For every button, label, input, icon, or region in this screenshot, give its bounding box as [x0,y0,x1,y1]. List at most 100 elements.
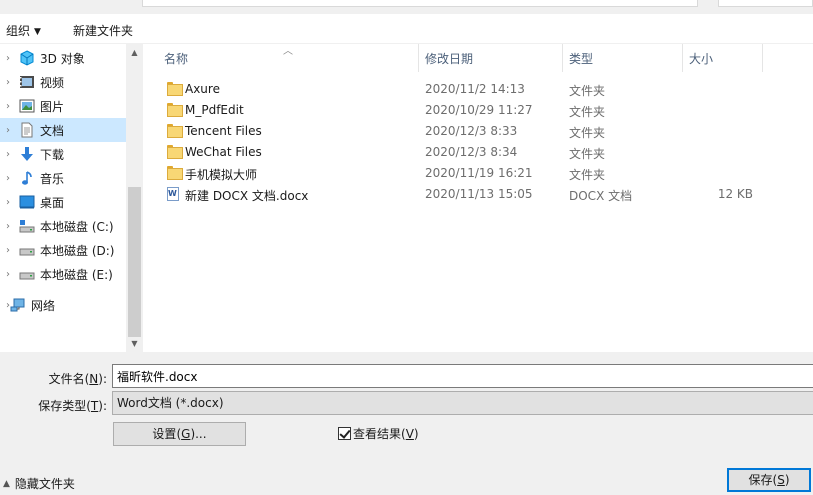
file-type: DOCX 文档 [569,189,633,203]
folder-icon [167,124,181,138]
chevron-right-icon[interactable]: › [3,53,13,64]
file-row[interactable]: 手机模拟大师 2020/11/19 16:21 文件夹 [163,163,778,184]
file-type: 文件夹 [569,147,606,161]
hide-folders-toggle[interactable]: ▲ 隐藏文件夹 [3,475,75,492]
file-name: Tencent Files [185,124,262,138]
music-icon [18,170,36,186]
folder-icon [167,166,181,180]
column-name[interactable]: 名称 [158,44,419,72]
nav-item-3d-objects[interactable]: › 3D 对象 [0,46,126,70]
nav-item-label: 本地磁盘 (E:) [40,267,113,282]
file-name: Axure [185,82,220,96]
filetype-select[interactable]: Word文档 (*.docx) [112,391,813,415]
file-name: 新建 DOCX 文档.docx [185,189,309,203]
folder-icon [167,145,181,159]
file-type: 文件夹 [569,168,606,182]
column-size[interactable]: 大小 [683,44,763,72]
save-button[interactable]: 保存(S) [727,468,811,492]
drive-c-icon [18,218,36,234]
search-box[interactable] [718,0,813,7]
file-list: ︿ 名称 修改日期 类型 大小 Axure 2020/11/2 14:13 文件… [145,44,813,352]
nav-item-label: 网络 [31,298,56,313]
checkbox-checked-icon[interactable] [338,427,351,440]
nav-item-label: 视频 [40,75,65,90]
column-type[interactable]: 类型 [563,44,683,72]
file-type: 文件夹 [569,105,606,119]
nav-item-downloads[interactable]: › 下载 [0,142,126,166]
nav-scrollbar[interactable]: ▲ ▼ [126,44,143,352]
chevron-right-icon[interactable]: › [3,197,13,208]
nav-item-label: 3D 对象 [40,51,85,66]
video-icon [18,74,36,90]
chevron-right-icon[interactable]: › [3,101,13,112]
file-date: 2020/12/3 8:34 [425,145,518,159]
nav-item-label: 下载 [40,147,65,162]
chevron-right-icon[interactable]: › [3,221,13,232]
file-row[interactable]: M_PdfEdit 2020/10/29 11:27 文件夹 [163,100,778,121]
3d-objects-icon [18,50,36,66]
nav-item-network[interactable]: › 网络 [0,293,126,317]
file-size: 12 KB [717,187,753,201]
scroll-up-icon[interactable]: ▲ [126,44,143,61]
settings-button[interactable]: 设置(G)... [113,422,246,446]
nav-item-drive-c[interactable]: › 本地磁盘 (C:) [0,214,126,238]
nav-item-pictures[interactable]: › 图片 [0,94,126,118]
chevron-right-icon[interactable]: › [3,173,13,184]
folder-icon [167,82,181,96]
nav-item-label: 本地磁盘 (D:) [40,243,115,258]
nav-item-videos[interactable]: › 视频 [0,70,126,94]
network-icon [9,297,27,313]
scrollbar-thumb[interactable] [128,187,141,337]
file-type: 文件夹 [569,84,606,98]
file-row[interactable]: Axure 2020/11/2 14:13 文件夹 [163,79,778,100]
pictures-icon [18,98,36,114]
nav-item-desktop[interactable]: › 桌面 [0,190,126,214]
nav-item-label: 本地磁盘 (C:) [40,219,114,234]
organize-label: 组织 [6,24,31,38]
file-date: 2020/11/2 14:13 [425,82,525,96]
file-date: 2020/11/19 16:21 [425,166,533,180]
nav-item-label: 文档 [40,123,65,138]
view-result-checkbox[interactable]: 查看结果(V) [338,425,419,442]
save-options-panel: 文件名(N): 保存类型(T): Word文档 (*.docx) 设置(G)..… [0,352,813,495]
file-row[interactable]: WeChat Files 2020/12/3 8:34 文件夹 [163,142,778,163]
file-row[interactable]: 新建 DOCX 文档.docx 2020/11/13 15:05 DOCX 文档… [163,184,778,205]
nav-item-drive-e[interactable]: › 本地磁盘 (E:) [0,262,126,286]
chevron-right-icon[interactable]: › [3,245,13,256]
nav-item-label: 图片 [40,99,65,114]
chevron-right-icon[interactable]: › [3,269,13,280]
file-date: 2020/12/3 8:33 [425,124,518,138]
column-date[interactable]: 修改日期 [419,44,563,72]
filename-label: 文件名(N): [48,372,107,386]
file-date: 2020/11/13 15:05 [425,187,533,201]
nav-item-documents[interactable]: › 文档 [0,118,126,142]
file-row[interactable]: Tencent Files 2020/12/3 8:33 文件夹 [163,121,778,142]
docx-file-icon [167,187,181,201]
file-name: 手机模拟大师 [185,168,258,182]
download-icon [18,146,36,162]
new-folder-button[interactable]: 新建文件夹 [73,22,133,39]
documents-icon [18,122,36,138]
nav-item-label: 桌面 [40,195,65,210]
column-header: ︿ 名称 修改日期 类型 大小 [145,44,813,72]
drive-icon [18,242,36,258]
desktop-icon [18,194,36,210]
scroll-down-icon[interactable]: ▼ [126,335,143,352]
nav-item-drive-d[interactable]: › 本地磁盘 (D:) [0,238,126,262]
chevron-up-icon: ▲ [3,478,10,489]
file-name: WeChat Files [185,145,262,159]
filename-input[interactable] [112,364,813,388]
file-date: 2020/10/29 11:27 [425,103,533,117]
chevron-right-icon[interactable]: › [3,149,13,160]
address-bar-area [0,0,813,14]
nav-item-label: 音乐 [40,171,65,186]
filetype-label: 保存类型(T): [38,399,107,413]
chevron-right-icon[interactable]: › [3,77,13,88]
chevron-right-icon[interactable]: › [3,125,13,136]
file-name: M_PdfEdit [185,103,244,117]
chevron-down-icon: ▼ [34,27,41,37]
address-bar[interactable] [142,0,698,7]
organize-button[interactable]: 组织 ▼ [6,22,41,39]
nav-item-music[interactable]: › 音乐 [0,166,126,190]
folder-icon [167,103,181,117]
